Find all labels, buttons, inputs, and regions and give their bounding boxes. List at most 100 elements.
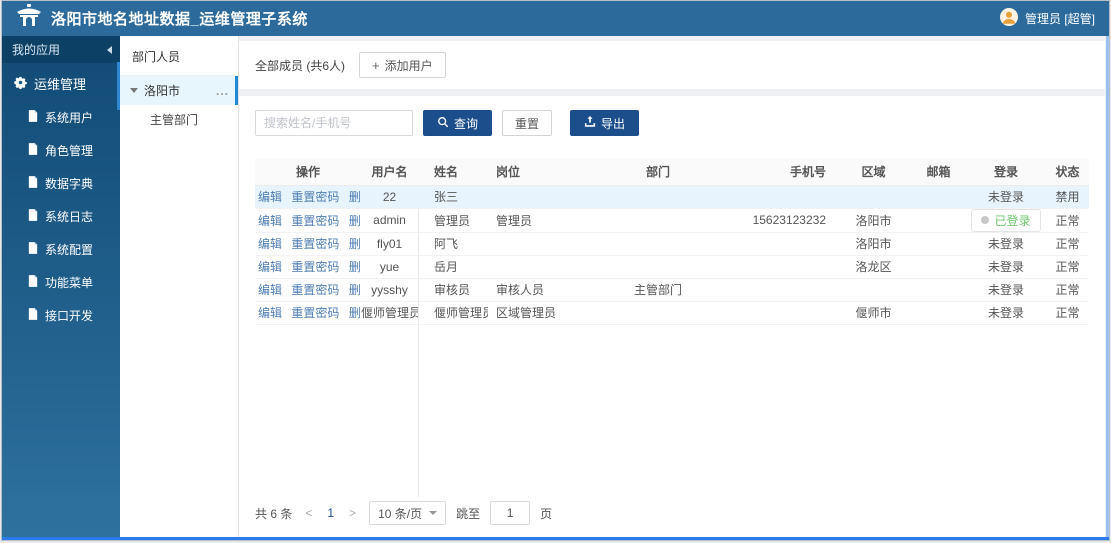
sidebar-item-1[interactable]: 角色管理: [2, 134, 120, 167]
table-row[interactable]: 编辑 重置密码 删除 22 张三 未登录 未登录 禁用: [255, 185, 1089, 209]
sidebar-item-2[interactable]: 数据字典: [2, 167, 120, 200]
table-row[interactable]: 编辑 重置密码 删除 fly01 阿飞 洛阳市 未登录 未登录 正常: [255, 232, 1089, 256]
login-status-text: 未登录: [987, 306, 1024, 320]
column-header-8[interactable]: 登录: [966, 158, 1046, 186]
post-cell: [488, 232, 598, 256]
tree-node-dept[interactable]: 主管部门: [120, 105, 238, 134]
users-card: 查询 重置 导出: [239, 96, 1105, 537]
delete-link[interactable]: 删除: [349, 237, 361, 251]
delete-link[interactable]: 删除: [349, 214, 361, 228]
column-header-9[interactable]: 状态: [1046, 158, 1089, 186]
dept-cell: [598, 301, 718, 325]
reset-password-link[interactable]: 重置密码: [291, 237, 339, 251]
edit-link[interactable]: 编辑: [258, 237, 282, 251]
column-header-3[interactable]: 岗位: [488, 158, 598, 186]
column-header-0[interactable]: 操作: [255, 158, 361, 186]
users-table: 操作用户名姓名岗位部门手机号区域邮箱登录状态 编辑 重置密码 删除 22 张三 …: [255, 158, 1089, 325]
column-header-1[interactable]: 用户名: [361, 158, 418, 186]
user-menu[interactable]: 管理员 [超管]: [999, 8, 1095, 29]
phone-cell: [718, 301, 836, 325]
page-size-select[interactable]: 10 条/页: [369, 501, 447, 525]
status-cell: 正常: [1046, 301, 1089, 325]
app-title: 洛阳市地名地址数据_运维管理子系统: [51, 11, 308, 28]
name-cell: 审核员: [418, 278, 488, 302]
login-status-text: 未登录: [987, 283, 1024, 297]
column-header-2[interactable]: 姓名: [418, 158, 488, 186]
reset-password-link[interactable]: 重置密码: [291, 306, 339, 320]
table-row[interactable]: 编辑 重置密码 删除 yysshy 审核员 审核人员 主管部门 未登录 未登录 …: [255, 278, 1089, 302]
column-header-4[interactable]: 部门: [598, 158, 718, 186]
email-cell: [911, 278, 966, 302]
ops-cell: 编辑 重置密码 删除: [255, 278, 361, 302]
reset-password-link[interactable]: 重置密码: [291, 214, 339, 228]
name-cell: 张三: [418, 185, 488, 209]
brand: 洛阳市地名地址数据_运维管理子系统: [16, 4, 308, 33]
reset-password-link[interactable]: 重置密码: [291, 190, 339, 204]
login-status-badge: 已登录: [971, 208, 1041, 231]
column-header-7[interactable]: 邮箱: [911, 158, 966, 186]
add-user-button[interactable]: + 添加用户: [359, 52, 446, 78]
main-content: 全部成员 (共6人) + 添加用户 搜索姓名/手机号 查询 重置 导出 操作 用…: [239, 36, 1109, 537]
search-row: 查询 重置 导出: [255, 110, 1089, 136]
sidebar-item-5[interactable]: 功能菜单: [2, 266, 120, 299]
delete-link[interactable]: 删除: [349, 260, 361, 274]
phone-cell: [718, 232, 836, 256]
my-apps-bar[interactable]: 我的应用: [2, 36, 120, 63]
jump-page-input[interactable]: [490, 501, 531, 525]
edit-link[interactable]: 编辑: [258, 190, 282, 204]
email-cell: [911, 301, 966, 325]
table-row[interactable]: 编辑 重置密码 删除 yue 岳月 洛龙区 未登录 未登录 正常: [255, 255, 1089, 279]
document-icon: [28, 143, 38, 158]
reset-password-link[interactable]: 重置密码: [291, 260, 339, 274]
sidebar-item-0[interactable]: 系统用户: [2, 101, 120, 134]
edit-link[interactable]: 编辑: [258, 306, 282, 320]
table-row[interactable]: 编辑 重置密码 删除 admin 管理员 管理员 15623123232 洛阳市…: [255, 208, 1089, 233]
region-cell: 洛龙区: [836, 255, 911, 279]
delete-link[interactable]: 删除: [349, 190, 361, 204]
table-row[interactable]: 编辑 重置密码 删除 偃师管理员 偃师管理员 区域管理员 偃师市 未登录 未登录…: [255, 301, 1089, 325]
page-number-1[interactable]: 1: [325, 506, 336, 520]
my-apps-label: 我的应用: [12, 43, 61, 57]
tree-node-more-button[interactable]: ...: [216, 84, 229, 98]
edit-link[interactable]: 编辑: [258, 214, 282, 228]
table-header-row: 操作 用户名 姓名 岗位 部门 手机号 区域 邮箱 登录 状态: [255, 158, 1089, 186]
name-cell: 管理员: [418, 208, 488, 233]
tree-node-luoyang[interactable]: 洛阳市 ...: [120, 76, 238, 105]
edit-link[interactable]: 编辑: [258, 260, 282, 274]
sidebar-item-6[interactable]: 接口开发: [2, 299, 120, 332]
sidebar-item-label: 角色管理: [45, 144, 94, 158]
email-cell: [911, 232, 966, 256]
edit-link[interactable]: 编辑: [258, 283, 282, 297]
post-cell: [488, 185, 598, 209]
next-page-button[interactable]: >: [346, 506, 359, 520]
tree-expand-caret-icon[interactable]: [130, 87, 138, 97]
prev-page-button[interactable]: <: [302, 506, 315, 520]
status-cell: 正常: [1046, 232, 1089, 256]
reset-password-link[interactable]: 重置密码: [291, 283, 339, 297]
export-button[interactable]: 导出: [570, 110, 640, 136]
delete-link[interactable]: 删除: [349, 283, 361, 297]
column-header-5[interactable]: 手机号: [718, 158, 836, 186]
app-window: 洛阳市地名地址数据_运维管理子系统 管理员 [超管] 我的应用 运维管理 系统用…: [1, 0, 1110, 541]
column-header-6[interactable]: 区域: [836, 158, 911, 186]
ops-cell: 编辑 重置密码 删除: [255, 255, 361, 279]
tree-node-label: 洛阳市: [144, 84, 181, 98]
search-input[interactable]: [255, 110, 413, 136]
status-cell: 正常: [1046, 208, 1089, 233]
username-cell: 偃师管理员: [361, 301, 418, 325]
ops-cell: 编辑 重置密码 删除: [255, 208, 361, 233]
dept-cell: [598, 255, 718, 279]
sidebar-item-label: 接口开发: [45, 309, 94, 323]
post-cell: 管理员: [488, 208, 598, 233]
login-cell: 未登录 未登录: [966, 278, 1046, 302]
query-button[interactable]: 查询: [423, 110, 493, 136]
sidebar-item-3[interactable]: 系统日志: [2, 200, 120, 233]
email-cell: [911, 185, 966, 209]
page-scrollbar[interactable]: [1106, 36, 1109, 537]
sidebar-item-4[interactable]: 系统配置: [2, 233, 120, 266]
reset-button[interactable]: 重置: [502, 110, 553, 136]
sidebar-section-ops[interactable]: 运维管理: [2, 63, 120, 101]
sidebar-scrollbar[interactable]: [117, 62, 120, 110]
delete-link[interactable]: 删除: [349, 306, 361, 320]
collapse-arrow-icon[interactable]: [103, 45, 112, 54]
